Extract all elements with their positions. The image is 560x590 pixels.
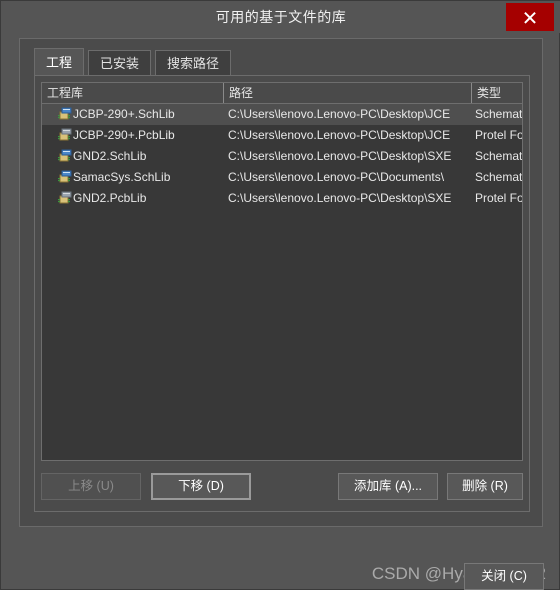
cell-library-type: Protel Footp (475, 128, 522, 142)
cell-library-path: C:\Users\lenovo.Lenovo-PC\Documents\ (228, 170, 445, 184)
cell-library-path: C:\Users\lenovo.Lenovo-PC\Desktop\SXE (228, 149, 452, 163)
table-row[interactable]: SamacSys.SchLib C:\Users\lenovo.Lenovo-P… (42, 167, 522, 188)
column-header-library[interactable]: 工程库 (42, 83, 223, 103)
cell-library-type: Schematic (475, 149, 522, 163)
close-icon[interactable] (506, 3, 554, 31)
column-header-path[interactable]: 路径 (223, 83, 471, 103)
tab-projects[interactable]: 工程 (34, 48, 85, 75)
grid-header-row: 工程库 路径 类型 (42, 83, 522, 104)
cell-library-type: Schematic (475, 107, 522, 121)
tab-page-projects: 工程库 路径 类型 JCBP-290+.SchLib C:\Users\leno… (34, 75, 530, 512)
dialog-window: 可用的基于文件的库 工程 已安装 搜索路径 工程库 路径 类型 JCBP-290… (0, 0, 560, 590)
cell-library-path: C:\Users\lenovo.Lenovo-PC\Desktop\JCE (228, 128, 451, 142)
remove-label: 删除 (R) (462, 479, 508, 493)
table-row[interactable]: GND2.PcbLib C:\Users\lenovo.Lenovo-PC\De… (42, 188, 522, 209)
table-row[interactable]: JCBP-290+.SchLib C:\Users\lenovo.Lenovo-… (42, 104, 522, 125)
grid-rows: JCBP-290+.SchLib C:\Users\lenovo.Lenovo-… (42, 104, 522, 209)
tab-search-path[interactable]: 搜索路径 (155, 50, 232, 75)
cell-library-path: C:\Users\lenovo.Lenovo-PC\Desktop\JCE (228, 107, 451, 121)
column-header-type[interactable]: 类型 (471, 83, 522, 103)
move-down-button[interactable]: 下移 (D) (151, 473, 251, 500)
dialog-title: 可用的基于文件的库 (215, 9, 347, 25)
cell-library-name: JCBP-290+.PcbLib (73, 128, 175, 142)
move-up-label: 上移 (U) (68, 479, 114, 493)
cell-library-type: Schematic (475, 170, 522, 184)
move-up-button[interactable]: 上移 (U) (41, 473, 141, 500)
close-button[interactable]: 关闭 (C) (464, 563, 544, 590)
add-library-button[interactable]: 添加库 (A)... (338, 473, 438, 500)
cell-library-name: GND2.SchLib (73, 149, 147, 163)
tab-installed[interactable]: 已安装 (88, 50, 152, 75)
tab-strip: 工程 已安装 搜索路径 (34, 48, 232, 75)
close-button-label: 关闭 (C) (481, 569, 527, 583)
table-row[interactable]: JCBP-290+.PcbLib C:\Users\lenovo.Lenovo-… (42, 125, 522, 146)
cell-library-type: Protel Footp (475, 191, 522, 205)
cell-library-name: JCBP-290+.SchLib (73, 107, 175, 121)
remove-button[interactable]: 删除 (R) (447, 473, 523, 500)
cell-library-name: SamacSys.SchLib (73, 170, 171, 184)
title-bar: 可用的基于文件的库 (1, 1, 560, 33)
library-grid[interactable]: 工程库 路径 类型 JCBP-290+.SchLib C:\Users\leno… (41, 82, 523, 461)
table-row[interactable]: GND2.SchLib C:\Users\lenovo.Lenovo-PC\De… (42, 146, 522, 167)
cell-library-path: C:\Users\lenovo.Lenovo-PC\Desktop\SXE (228, 191, 452, 205)
move-down-label: 下移 (D) (178, 479, 224, 493)
dialog-body: 工程 已安装 搜索路径 工程库 路径 类型 JCBP-290+.SchLib C… (19, 38, 543, 527)
cell-library-name: GND2.PcbLib (73, 191, 147, 205)
add-library-label: 添加库 (A)... (353, 479, 423, 493)
